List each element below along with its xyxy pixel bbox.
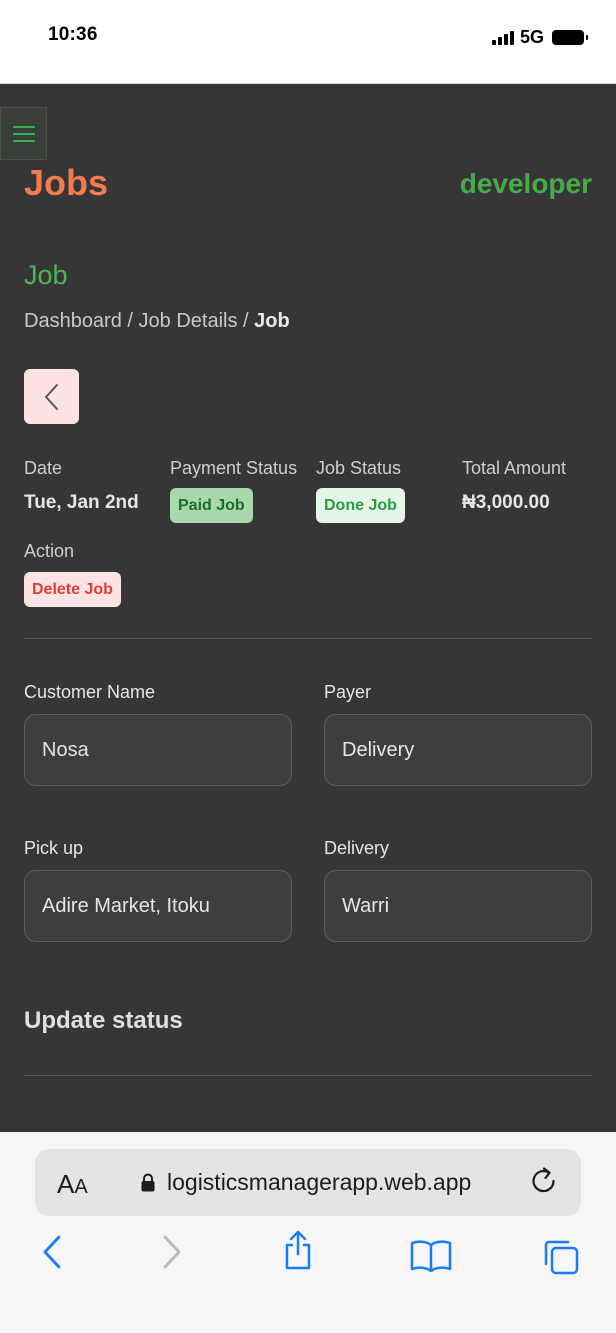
- status-bar: 10:36 5G: [0, 0, 616, 84]
- breadcrumb-job-details[interactable]: Job Details: [139, 310, 238, 332]
- job-status-label: Job Status: [316, 458, 402, 478]
- text-size-small: A: [74, 1176, 88, 1198]
- delete-job-button[interactable]: Delete Job: [24, 572, 121, 607]
- app-content: Jobs developer Job Dashboard / Job Detai…: [0, 84, 616, 1132]
- url-text: logisticsmanagerapp.web.app: [167, 1169, 472, 1195]
- date-label: Date: [24, 458, 63, 478]
- tabs-icon[interactable]: [542, 1238, 580, 1276]
- delivery-label: Delivery: [324, 838, 390, 858]
- divider: [24, 638, 592, 639]
- hamburger-menu-button[interactable]: [0, 107, 47, 160]
- total-amount-value: ₦3,000.00: [462, 492, 550, 513]
- menu-line-icon: [12, 139, 35, 142]
- breadcrumb-dashboard[interactable]: Dashboard: [24, 310, 122, 332]
- user-name: developer: [459, 168, 592, 199]
- breadcrumb-current: Job: [254, 310, 290, 332]
- payer-input[interactable]: [324, 714, 592, 786]
- customer-name-label: Customer Name: [24, 682, 156, 702]
- job-status-badge: Done Job: [316, 488, 405, 523]
- back-button[interactable]: [24, 369, 79, 424]
- network-type: 5G: [519, 27, 544, 47]
- action-label: Action: [24, 541, 75, 561]
- pickup-input[interactable]: [24, 870, 292, 942]
- page-title: Jobs: [24, 162, 109, 203]
- payer-label: Payer: [324, 682, 372, 702]
- date-value: Tue, Jan 2nd: [24, 492, 139, 513]
- breadcrumb-separator: /: [121, 310, 139, 332]
- breadcrumb: Dashboard / Job Details / Job: [24, 310, 290, 333]
- section-title: Job: [24, 260, 68, 290]
- chevron-left-icon: [44, 383, 58, 410]
- address-bar[interactable]: AA logisticsmanagerapp.web.app: [35, 1149, 581, 1216]
- browser-chrome: AA logisticsmanagerapp.web.app: [0, 1132, 616, 1333]
- battery-icon: [552, 30, 588, 45]
- status-time: 10:36: [48, 24, 98, 45]
- lock-icon: [141, 1173, 155, 1192]
- divider: [24, 1075, 592, 1076]
- update-status-title: Update status: [24, 1007, 183, 1034]
- pickup-label: Pick up: [24, 838, 84, 858]
- status-indicators: 5G: [491, 27, 588, 48]
- breadcrumb-separator: /: [237, 310, 255, 332]
- signal-icon: [491, 30, 514, 45]
- browser-back-icon[interactable]: [42, 1235, 62, 1269]
- menu-line-icon: [12, 132, 35, 135]
- share-icon[interactable]: [282, 1230, 314, 1270]
- browser-forward-icon[interactable]: [162, 1235, 182, 1269]
- customer-name-input[interactable]: [24, 714, 292, 786]
- payment-status-badge: Paid Job: [170, 488, 253, 523]
- reload-icon[interactable]: [531, 1167, 559, 1197]
- menu-line-icon: [12, 125, 35, 128]
- delivery-input[interactable]: [324, 870, 592, 942]
- text-size-big: A: [57, 1169, 75, 1199]
- text-size-button[interactable]: AA: [57, 1169, 88, 1200]
- bookmarks-icon[interactable]: [410, 1240, 452, 1272]
- payment-status-label: Payment Status: [170, 458, 298, 478]
- url-display[interactable]: logisticsmanagerapp.web.app: [141, 1169, 471, 1196]
- total-amount-label: Total Amount: [462, 458, 567, 478]
